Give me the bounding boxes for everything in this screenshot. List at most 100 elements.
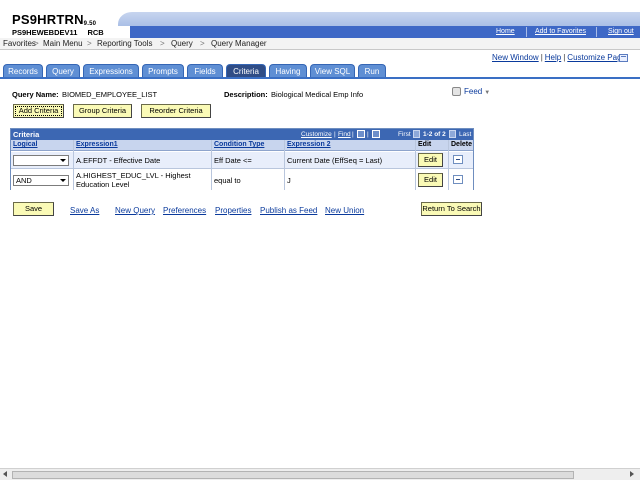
nav-reporting-tools[interactable]: Reporting Tools <box>97 39 152 48</box>
criteria-grid: Criteria Customize | Find | | First 1-2 … <box>10 128 474 190</box>
condition-cell: Eff Date <= <box>214 156 252 165</box>
tab-having[interactable]: Having <box>269 64 307 77</box>
reorder-criteria-button[interactable]: Reorder Criteria <box>141 104 211 118</box>
logical-select[interactable]: AND <box>13 175 69 186</box>
help-link[interactable]: Help <box>545 53 561 62</box>
server-name: RCB <box>87 28 104 37</box>
breadcrumb: Favorites > Main Menu > Reporting Tools … <box>0 38 640 50</box>
add-to-favorites-link[interactable]: Add to Favorites <box>535 28 586 35</box>
link-divider: | <box>352 131 354 138</box>
new-union-link[interactable]: New Union <box>325 206 364 215</box>
col-expression2[interactable]: Expression 2 <box>287 141 331 148</box>
nav-query[interactable]: Query <box>171 39 193 48</box>
tab-query[interactable]: Query <box>46 64 80 77</box>
page-links: New Window | Help | Customize Page <box>492 53 626 62</box>
column-divider <box>415 140 416 190</box>
nav-favorites[interactable]: Favorites <box>3 39 36 48</box>
nav-separator: > <box>34 39 39 48</box>
description-label: Description: <box>224 90 268 99</box>
new-query-link[interactable]: New Query <box>115 206 155 215</box>
tab-fields[interactable]: Fields <box>187 64 223 77</box>
expression2-cell: J <box>287 176 291 185</box>
return-to-search-button[interactable]: Return To Search <box>421 202 482 216</box>
nav-separator: > <box>87 39 92 48</box>
query-name-value: BIOMED_EMPLOYEE_LIST <box>62 90 158 99</box>
delete-row-icon[interactable] <box>453 155 463 164</box>
expression1-cell: A.EFFDT - Effective Date <box>76 156 161 165</box>
group-criteria-button[interactable]: Group Criteria <box>73 104 132 118</box>
add-criteria-button[interactable]: Add Criteria <box>13 104 64 118</box>
find-link[interactable]: Find <box>338 131 351 138</box>
publish-as-feed-link[interactable]: Publish as Feed <box>260 206 317 215</box>
description-value: Biological Medical Emp Info <box>271 90 364 99</box>
tab-expressions[interactable]: Expressions <box>83 64 139 77</box>
sign-out-link[interactable]: Sign out <box>608 28 634 35</box>
properties-link[interactable]: Properties <box>215 206 251 215</box>
col-delete: Delete <box>451 141 473 148</box>
nav-query-manager[interactable]: Query Manager <box>211 39 267 48</box>
horizontal-scrollbar[interactable] <box>0 468 640 480</box>
database-name: PS9HEWEBDEV11 <box>12 28 78 37</box>
grid-paging: 1-2 of 2 <box>423 131 446 138</box>
column-divider <box>284 140 285 190</box>
app-title: PS9HRTRN9.50 <box>12 12 97 27</box>
save-button[interactable]: Save <box>13 202 54 216</box>
col-logical[interactable]: Logical <box>13 141 38 148</box>
feed-label: Feed <box>464 87 483 96</box>
edit-button[interactable]: Edit <box>418 173 443 187</box>
edit-button[interactable]: Edit <box>418 153 443 167</box>
delete-row-icon[interactable] <box>453 175 463 184</box>
database-info: PS9HEWEBDEV11 RCB <box>12 28 104 37</box>
tab-prompts[interactable]: Prompts <box>142 64 184 77</box>
table-row: AND A.HIGHEST_EDUC_LVL - Highest Educati… <box>11 170 473 190</box>
link-divider: | <box>367 131 369 138</box>
grid-title: Criteria <box>13 130 40 139</box>
scrollbar-thumb[interactable] <box>12 471 574 479</box>
download-icon[interactable] <box>372 130 380 138</box>
expression2-cell: Current Date (EffSeq = Last) <box>287 156 383 165</box>
grid-title-bar: Criteria Customize | Find | | First 1-2 … <box>11 129 473 140</box>
preferences-link[interactable]: Preferences <box>163 206 206 215</box>
tab-criteria[interactable]: Criteria <box>226 64 266 77</box>
logical-select[interactable] <box>13 155 69 166</box>
customize-link[interactable]: Customize <box>301 131 332 138</box>
link-divider: | <box>563 53 566 62</box>
tab-view-sql[interactable]: View SQL <box>310 64 355 77</box>
grid-column-headers: Logical Expression1 Condition Type Expre… <box>11 140 473 151</box>
feed-link[interactable]: Feed ▼ <box>452 87 490 96</box>
next-icon[interactable] <box>449 130 456 138</box>
col-condition-type[interactable]: Condition Type <box>214 141 264 148</box>
nav-main-menu[interactable]: Main Menu <box>43 39 83 48</box>
page-header: PS9HRTRN9.50 PS9HEWEBDEV11 RCB Home Add t… <box>0 0 640 38</box>
condition-cell: equal to <box>214 176 241 185</box>
new-window-link[interactable]: New Window <box>492 53 539 62</box>
scroll-right-icon[interactable] <box>630 471 634 477</box>
customize-page-link[interactable]: Customize Page <box>567 53 626 62</box>
page-options-icon[interactable] <box>619 54 628 62</box>
query-name-label: Query Name: <box>12 90 59 99</box>
feed-icon <box>452 87 461 96</box>
view-all-icon[interactable] <box>357 130 365 138</box>
last-label: Last <box>459 131 472 138</box>
tab-run[interactable]: Run <box>358 64 386 77</box>
nav-separator: > <box>200 39 205 48</box>
link-divider: | <box>540 53 543 62</box>
previous-icon[interactable] <box>413 130 420 138</box>
chevron-down-icon <box>60 179 66 182</box>
table-row: A.EFFDT - Effective Date Eff Date <= Cur… <box>11 152 473 169</box>
expression1-cell: A.HIGHEST_EDUC_LVL - Highest Education L… <box>76 171 191 189</box>
tab-records[interactable]: Records <box>3 64 43 77</box>
link-divider <box>526 27 527 37</box>
save-as-link[interactable]: Save As <box>70 206 99 215</box>
chevron-down-icon: ▼ <box>484 90 491 96</box>
home-link[interactable]: Home <box>496 28 515 35</box>
header-links-bar: Home Add to Favorites Sign out <box>130 26 640 38</box>
nav-separator: > <box>160 39 165 48</box>
scroll-left-icon[interactable] <box>3 471 7 477</box>
chevron-down-icon <box>60 159 66 162</box>
app-version: 9.50 <box>83 21 97 27</box>
first-label: First <box>398 131 411 138</box>
tab-underline <box>0 77 640 79</box>
col-expression1[interactable]: Expression1 <box>76 141 118 148</box>
logical-value: AND <box>16 176 32 185</box>
